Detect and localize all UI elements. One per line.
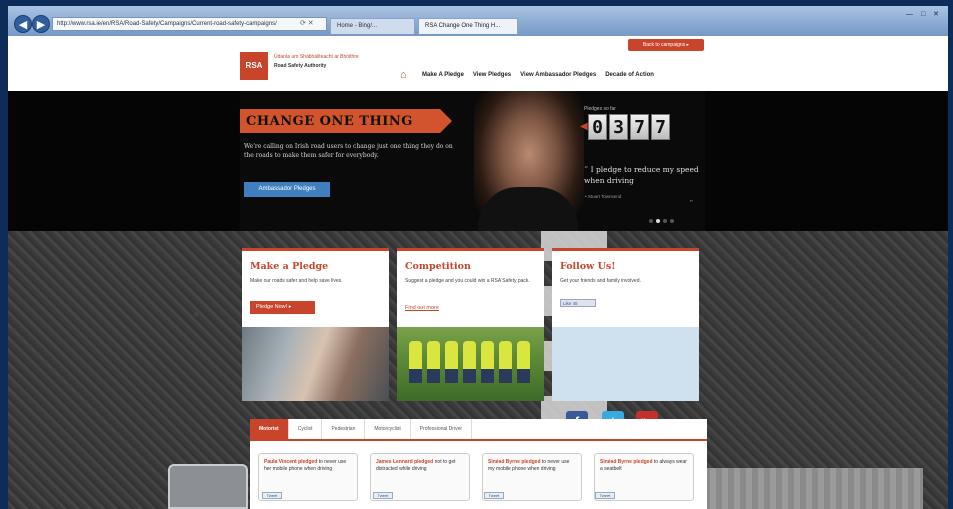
pledger-name[interactable]: James Lennard pledged — [376, 459, 433, 465]
logo-tagline: Údarás um Shábháilteacht ar Bhóithre — [274, 54, 359, 60]
open-quote-icon: “ — [584, 165, 591, 174]
follow-us-card: Follow Us! Get your friends and family i… — [552, 248, 699, 433]
social-icons-area: f t You — [552, 327, 699, 433]
site-header: RSA Údarás um Shábháilteacht ar Bhóithre… — [8, 36, 948, 91]
carousel-dot[interactable] — [649, 219, 653, 223]
find-out-more-link[interactable]: Find out more — [405, 305, 439, 311]
tweet-button[interactable]: Tweet — [484, 492, 504, 499]
browser-toolbar: ◀ ▶ http://www.rsa.ie/en/RSA/Road-Safety… — [8, 6, 948, 40]
pledges-so-far-label: Pledges so far — [584, 106, 616, 112]
nav-decade-of-action[interactable]: Decade of Action — [605, 72, 654, 78]
pledge-category-tabs: Motorist Cyclist Pedestrian Motorcyclist… — [250, 419, 707, 441]
person-figure — [499, 341, 512, 383]
road-barrier — [698, 468, 923, 509]
car-image — [168, 464, 248, 509]
counter-digit: 0 — [588, 114, 607, 140]
tweet-button[interactable]: Tweet — [595, 492, 615, 499]
pledge-counter: 0 3 7 7 — [588, 114, 670, 140]
quote-author: • Stuart Townsend — [585, 194, 622, 199]
nav-view-ambassador-pledges[interactable]: View Ambassador Pledges — [520, 72, 596, 78]
card-title: Competition — [405, 261, 471, 272]
tweet-button[interactable]: Tweet — [373, 492, 393, 499]
woman-driving-photo — [242, 327, 389, 401]
counter-digit: 3 — [609, 114, 628, 140]
facebook-like-button[interactable]: Like 45 — [560, 299, 596, 307]
window-controls[interactable]: — □ ✕ — [906, 10, 942, 18]
person-figure — [517, 341, 530, 383]
person-figure — [445, 341, 458, 383]
browser-window: ◀ ▶ http://www.rsa.ie/en/RSA/Road-Safety… — [8, 6, 948, 509]
web-page: RSA Údarás um Shábháilteacht ar Bhóithre… — [8, 36, 948, 509]
tab-motorist[interactable]: Motorist — [250, 419, 289, 439]
person-figure — [463, 341, 476, 383]
person-figure — [481, 341, 494, 383]
group-high-vis-photo — [397, 327, 544, 401]
counter-arrow-icon: ◀ — [580, 121, 588, 132]
tab-pedestrian[interactable]: Pedestrian — [322, 419, 366, 439]
back-arrow-icon[interactable]: ◀ — [14, 15, 32, 33]
browser-tab-bing[interactable]: Home - Bing/... — [330, 18, 415, 34]
card-text: Get your friends and family involved. — [560, 278, 641, 284]
back-to-campaigns-button[interactable]: Back to campaigns ▸ — [628, 39, 704, 51]
pledger-name[interactable]: Sinéad Byrne pledged — [488, 459, 541, 465]
person-figure — [409, 341, 422, 383]
tweet-buttons: Tweet Tweet Tweet Tweet — [262, 492, 615, 499]
make-a-pledge-card: Make a Pledge Make our roads safer and h… — [242, 248, 389, 401]
tab-cyclist[interactable]: Cyclist — [289, 419, 323, 439]
rsa-logo[interactable]: RSA — [240, 52, 268, 80]
pledger-name[interactable]: Paula Vincent pledged — [264, 459, 317, 465]
card-text: Suggest a pledge and you could win a RSA… — [405, 278, 530, 284]
logo-name: Road Safety Authority — [274, 63, 327, 69]
pledge-quote: “ I pledge to reduce my speed when drivi… — [584, 164, 712, 186]
close-quote-icon: ” — [690, 199, 693, 208]
card-text: Make our roads safer and help save lives… — [250, 278, 343, 284]
tab-professional-driver[interactable]: Professional Driver — [411, 419, 473, 439]
carousel-dots — [649, 219, 674, 223]
counter-digit: 7 — [630, 114, 649, 140]
nav-view-pledges[interactable]: View Pledges — [473, 72, 511, 78]
competition-card: Competition Suggest a pledge and you cou… — [397, 248, 544, 401]
person-figure — [427, 341, 440, 383]
main-nav: Make A Pledge View Pledges View Ambassad… — [422, 72, 654, 78]
carousel-dot[interactable] — [663, 219, 667, 223]
carousel-dot[interactable] — [670, 219, 674, 223]
card-title: Follow Us! — [560, 261, 616, 272]
pledge-now-button[interactable]: Pledge Now! ▸ — [250, 301, 315, 314]
tweet-button[interactable]: Tweet — [262, 492, 282, 499]
nav-make-a-pledge[interactable]: Make A Pledge — [422, 72, 464, 78]
hero-description: We're calling on Irish road users to cha… — [244, 143, 453, 159]
ambassador-pledges-button[interactable]: Ambassador Pledges — [244, 182, 330, 197]
address-bar[interactable]: http://www.rsa.ie/en/RSA/Road-Safety/Cam… — [52, 17, 327, 31]
banner-arrow-icon — [440, 109, 452, 133]
hero-section: CHANGE ONE THING We're calling on Irish … — [8, 91, 948, 231]
browser-tab-rsa[interactable]: RSA Change One Thing H... — [418, 18, 518, 34]
counter-digit: 7 — [651, 114, 670, 140]
carousel-dot-active[interactable] — [656, 219, 660, 223]
tab-motorcyclist[interactable]: Motorcyclist — [365, 419, 411, 439]
forward-arrow-icon[interactable]: ▶ — [32, 15, 50, 33]
campaign-banner: CHANGE ONE THING — [240, 109, 440, 133]
card-title: Make a Pledge — [250, 261, 329, 272]
home-icon[interactable]: ⌂ — [400, 70, 412, 81]
pledger-name[interactable]: Sinéad Byrne pledged — [600, 459, 653, 465]
pledge-quote-text: I pledge to reduce my speed when driving — [584, 165, 699, 185]
refresh-icon[interactable]: ⟳ ✕ — [300, 19, 314, 27]
